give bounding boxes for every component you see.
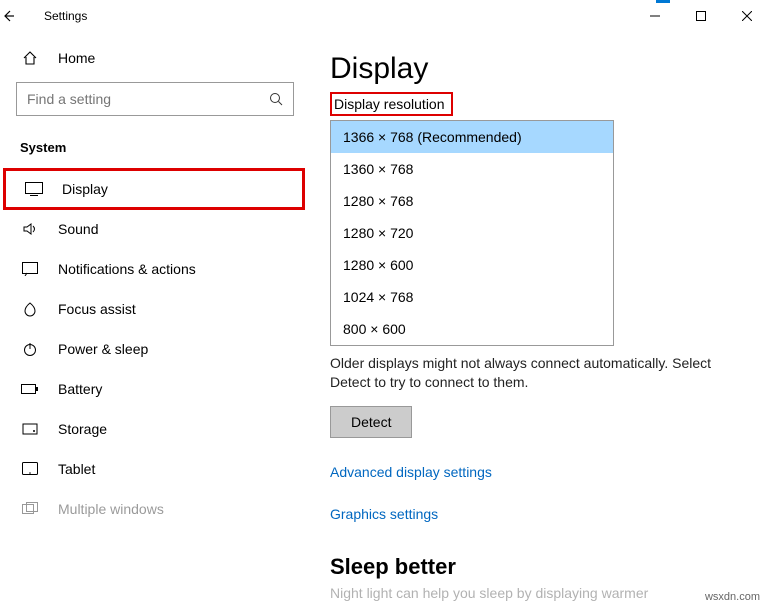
nav-sound[interactable]: Sound [0, 209, 310, 249]
nav-label: Battery [58, 381, 102, 397]
focus-assist-icon [20, 301, 40, 317]
nav-label: Focus assist [58, 301, 136, 317]
maximize-button[interactable] [678, 0, 724, 32]
help-text: Older displays might not always connect … [330, 354, 730, 392]
sound-icon [20, 221, 40, 237]
sleep-sub: Night light can help you sleep by displa… [330, 584, 730, 603]
resolution-option[interactable]: 1280 × 768 [331, 185, 613, 217]
section-label: System [0, 130, 310, 169]
resolution-option[interactable]: 1024 × 768 [331, 281, 613, 313]
search-input-container[interactable] [16, 82, 294, 116]
search-icon [269, 92, 283, 106]
search-input[interactable] [27, 91, 269, 107]
advanced-display-link[interactable]: Advanced display settings [330, 464, 752, 480]
resolution-option[interactable]: 1360 × 768 [331, 153, 613, 185]
tablet-icon [20, 462, 40, 476]
watermark: wsxdn.com [705, 591, 760, 603]
nav-multiple-windows[interactable]: Multiple windows [0, 489, 310, 529]
home-nav[interactable]: Home [0, 40, 310, 76]
detect-button[interactable]: Detect [330, 406, 412, 438]
resolution-label: Display resolution [330, 92, 453, 116]
nav-battery[interactable]: Battery [0, 369, 310, 409]
nav-tablet[interactable]: Tablet [0, 449, 310, 489]
resolution-dropdown[interactable]: 1366 × 768 (Recommended) 1360 × 768 1280… [330, 120, 614, 346]
nav-label: Storage [58, 421, 107, 437]
sleep-better-heading: Sleep better [330, 554, 752, 580]
storage-icon [20, 421, 40, 437]
resolution-option[interactable]: 800 × 600 [331, 313, 613, 345]
nav-label: Power & sleep [58, 341, 148, 357]
nav-display[interactable]: Display [4, 169, 304, 209]
back-button[interactable] [0, 8, 40, 24]
battery-icon [20, 383, 40, 395]
graphics-settings-link[interactable]: Graphics settings [330, 506, 752, 522]
nav-label: Notifications & actions [58, 261, 196, 277]
nav-storage[interactable]: Storage [0, 409, 310, 449]
nav-label: Sound [58, 221, 98, 237]
nav-focus-assist[interactable]: Focus assist [0, 289, 310, 329]
accent-indicator [656, 0, 670, 3]
display-icon [24, 182, 44, 196]
notifications-icon [20, 262, 40, 276]
minimize-button[interactable] [632, 0, 678, 32]
resolution-option[interactable]: 1280 × 720 [331, 217, 613, 249]
power-icon [20, 341, 40, 357]
nav-label: Multiple windows [58, 501, 164, 517]
close-button[interactable] [724, 0, 770, 32]
page-title: Display [330, 52, 752, 86]
window-title: Settings [44, 9, 87, 23]
nav-power-sleep[interactable]: Power & sleep [0, 329, 310, 369]
nav-label: Tablet [58, 461, 95, 477]
resolution-option[interactable]: 1280 × 600 [331, 249, 613, 281]
nav-notifications[interactable]: Notifications & actions [0, 249, 310, 289]
resolution-option[interactable]: 1366 × 768 (Recommended) [331, 121, 613, 153]
home-label: Home [58, 50, 95, 66]
nav-label: Display [62, 181, 108, 197]
home-icon [20, 50, 40, 66]
windows-icon [20, 502, 40, 516]
